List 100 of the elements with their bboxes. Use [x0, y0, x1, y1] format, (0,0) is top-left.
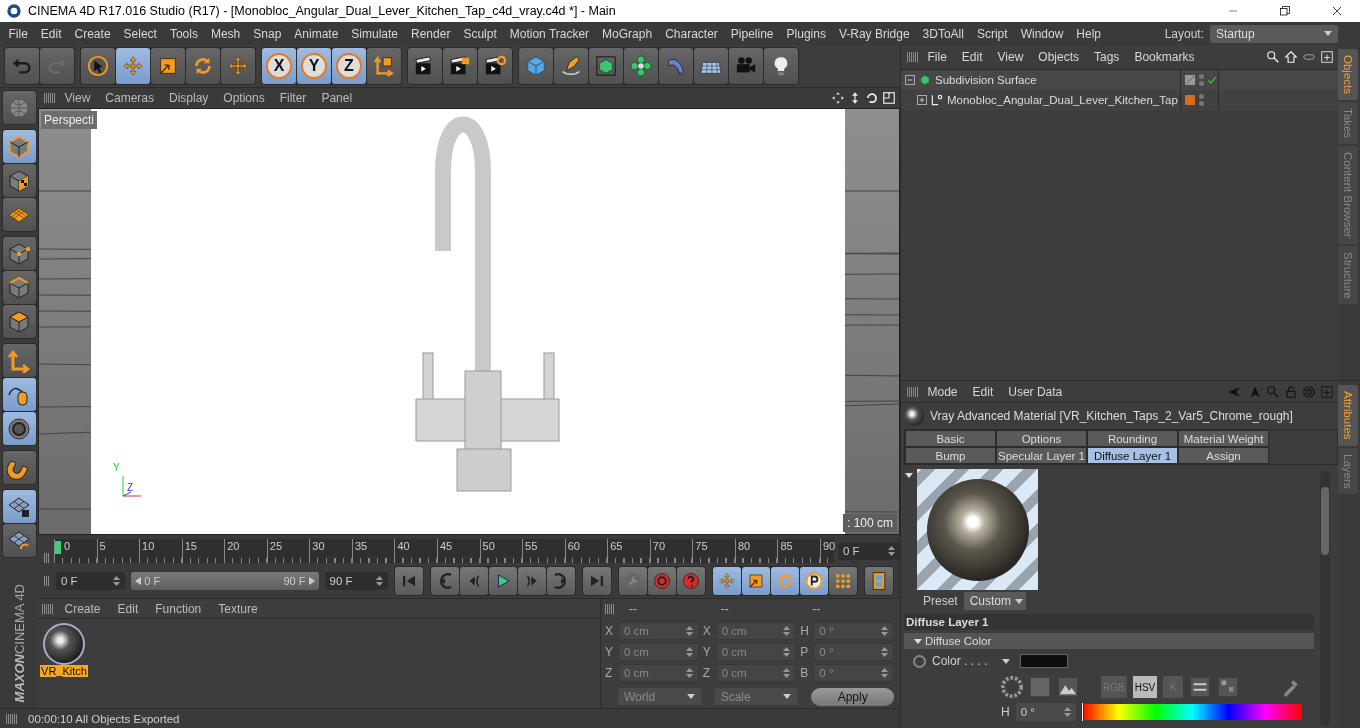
menu-item[interactable]: Mesh: [204, 26, 247, 41]
next-key-button[interactable]: [547, 566, 575, 595]
menu-item[interactable]: Simulate: [344, 26, 405, 41]
object-menu-item[interactable]: Bookmarks: [1127, 50, 1201, 64]
spinner-icon[interactable]: [881, 626, 888, 636]
menu-item[interactable]: Tools: [163, 26, 205, 41]
coord-button[interactable]: [367, 48, 401, 84]
attributes-menu-item[interactable]: Edit: [966, 384, 1000, 399]
panel-grip[interactable]: [605, 604, 615, 614]
expand-toggle[interactable]: [917, 95, 927, 105]
menu-item[interactable]: Edit: [34, 26, 69, 41]
edges-mode-button[interactable]: [2, 271, 36, 304]
panel-grip[interactable]: [42, 603, 54, 614]
spinner-icon[interactable]: [685, 668, 693, 678]
attribute-tab[interactable]: Assign: [1178, 447, 1269, 464]
play-button[interactable]: [489, 566, 517, 595]
menu-item[interactable]: Character: [658, 26, 725, 41]
object-menu-item[interactable]: View: [991, 50, 1030, 64]
layout-dropdown[interactable]: Startup: [1210, 24, 1338, 43]
render-view-button[interactable]: [408, 48, 442, 84]
attributes-menu-item[interactable]: Mode: [921, 384, 965, 399]
object-menu-item[interactable]: Objects: [1031, 50, 1086, 64]
world-mode-button[interactable]: [2, 91, 36, 124]
attribute-tab[interactable]: Basic: [905, 430, 996, 447]
expand-toggle[interactable]: [905, 75, 915, 85]
object-menu-item[interactable]: File: [921, 50, 954, 64]
key-lock-button[interactable]: [619, 566, 647, 595]
animate-radio[interactable]: [913, 654, 926, 668]
viewport-menu-item[interactable]: Panel: [314, 91, 359, 105]
attribute-tab[interactable]: Options: [996, 430, 1087, 447]
menu-item[interactable]: Help: [1069, 26, 1108, 41]
side-tab[interactable]: Objects: [1338, 49, 1358, 100]
axis-button[interactable]: Z: [332, 48, 366, 84]
spinner-icon[interactable]: [1063, 707, 1071, 717]
pen-button[interactable]: [554, 48, 588, 84]
panel-grip[interactable]: [44, 93, 56, 103]
workplane-mode-button[interactable]: [2, 198, 36, 231]
attribute-tab[interactable]: Rounding: [1087, 430, 1178, 447]
group-header[interactable]: Diffuse Color: [904, 633, 1314, 649]
render-picture-button[interactable]: [443, 48, 477, 84]
key-param-button[interactable]: [800, 566, 828, 595]
snap-mode-button[interactable]: [2, 412, 36, 445]
spinner-icon[interactable]: [685, 647, 693, 657]
go-start-button[interactable]: [395, 566, 423, 595]
texture-mode-button[interactable]: [2, 164, 36, 197]
current-frame-field[interactable]: 0 F: [838, 542, 900, 560]
color-mode-button[interactable]: HSV: [1132, 676, 1158, 698]
menu-item[interactable]: File: [2, 26, 35, 41]
spinner-icon[interactable]: [113, 575, 121, 586]
points-mode-button[interactable]: [2, 237, 36, 270]
menu-item[interactable]: Motion Tracker: [503, 26, 596, 41]
playhead-marker[interactable]: [55, 541, 61, 554]
viewport-menu-item[interactable]: View: [58, 91, 97, 105]
prev-key-button[interactable]: [431, 566, 459, 595]
panel-grip[interactable]: [44, 553, 50, 563]
menu-item[interactable]: Render: [404, 26, 457, 41]
spinner-icon[interactable]: [881, 647, 888, 657]
hue-slider[interactable]: [1081, 704, 1302, 720]
menu-item[interactable]: Pipeline: [724, 26, 781, 41]
attributes-menu-item[interactable]: User Data: [1001, 384, 1069, 399]
spinner-icon[interactable]: [888, 546, 895, 556]
next-frame-button[interactable]: [518, 566, 546, 595]
spinner-icon[interactable]: [783, 668, 791, 678]
cloner-button[interactable]: [624, 48, 658, 84]
panel-grip[interactable]: [907, 386, 919, 397]
object-menu-item[interactable]: Edit: [955, 50, 990, 64]
polygons-mode-button[interactable]: [2, 305, 36, 338]
autokey-button[interactable]: [677, 566, 705, 595]
subdivision-button[interactable]: [589, 48, 623, 84]
spinner-icon[interactable]: [376, 575, 383, 586]
panel-grip[interactable]: [6, 713, 18, 724]
attribute-tab[interactable]: Bump: [905, 447, 996, 464]
attribute-tab[interactable]: Diffuse Layer 1: [1087, 447, 1178, 464]
rotate-button[interactable]: [186, 48, 220, 84]
color-swatch[interactable]: [1020, 654, 1068, 668]
spinner-icon[interactable]: [783, 626, 791, 636]
hue-slider-thumb[interactable]: [1080, 702, 1084, 722]
hue-field[interactable]: 0 °: [1015, 703, 1076, 721]
light-button[interactable]: [764, 48, 798, 84]
menu-item[interactable]: Animate: [287, 26, 345, 41]
end-frame-field[interactable]: 90 F: [324, 571, 388, 590]
menu-item[interactable]: V-Ray Bridge: [832, 26, 917, 41]
material-thumbnail[interactable]: VR_Kitch: [42, 623, 86, 677]
timeline-ruler[interactable]: 0 5 10 15 20 25 30 35 40 45 50 55 60 65 70 75 80 85 90: [54, 539, 834, 563]
scale-button[interactable]: [151, 48, 185, 84]
prev-frame-button[interactable]: [460, 566, 488, 595]
right-arrow-icon[interactable]: [308, 576, 315, 585]
deformer-button[interactable]: [659, 48, 693, 84]
key-move-button[interactable]: [713, 566, 741, 595]
apply-button[interactable]: Apply: [811, 688, 894, 706]
transform-button[interactable]: [221, 48, 255, 84]
sync-grid-mode-button[interactable]: [2, 524, 36, 557]
material-menu-item[interactable]: Edit: [111, 601, 145, 616]
menu-item[interactable]: Select: [117, 26, 164, 41]
record-button[interactable]: [648, 566, 676, 595]
menu-item[interactable]: Script: [970, 26, 1015, 41]
axis-button[interactable]: X: [262, 48, 296, 84]
model-mode-button[interactable]: [2, 130, 36, 163]
timeline-button[interactable]: [865, 566, 893, 595]
left-arrow-icon[interactable]: [135, 576, 142, 585]
